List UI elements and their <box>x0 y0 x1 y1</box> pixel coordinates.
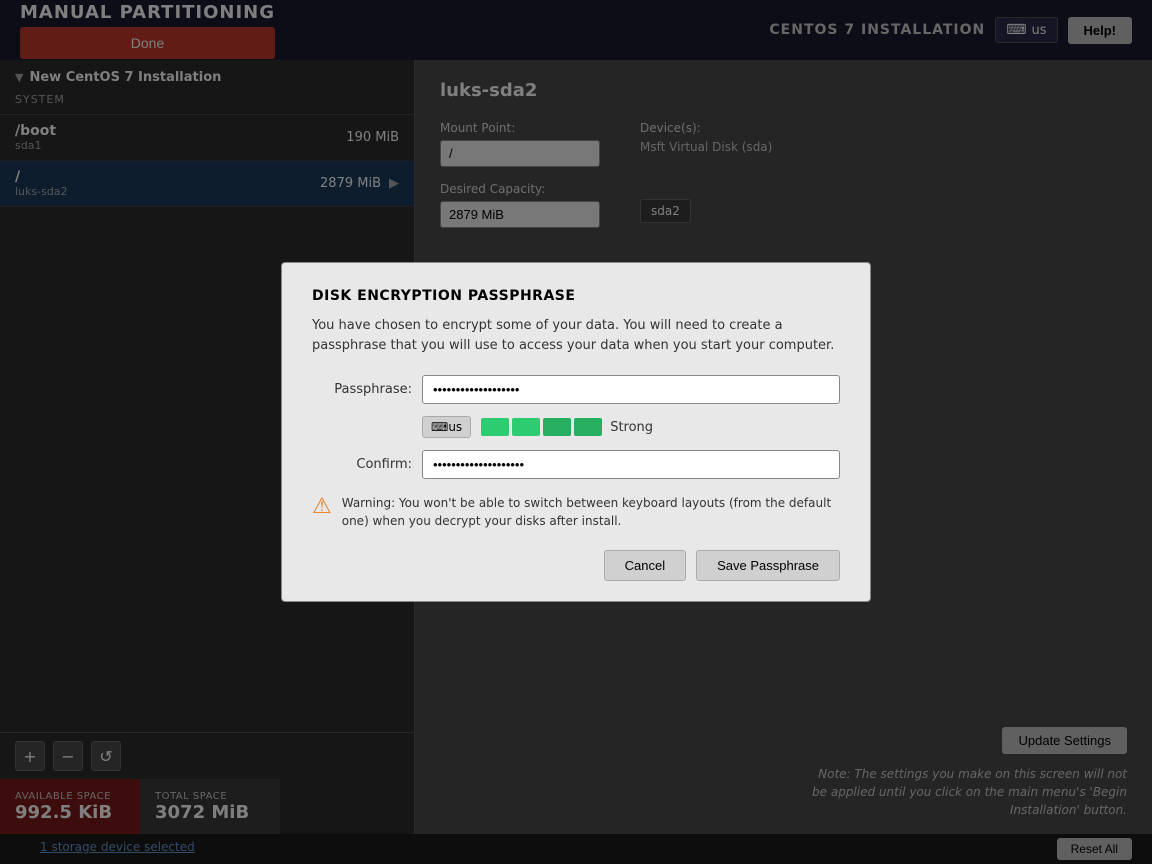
strength-bar-3 <box>543 418 571 436</box>
warning-text: Warning: You won't be able to switch bet… <box>342 494 840 530</box>
strength-label: Strong <box>610 420 653 435</box>
passphrase-row: Passphrase: <box>312 375 840 404</box>
cancel-button[interactable]: Cancel <box>604 550 686 581</box>
strength-bar-4 <box>574 418 602 436</box>
strength-row: ⌨ us Strong <box>422 416 840 438</box>
confirm-input[interactable] <box>422 450 840 479</box>
confirm-label: Confirm: <box>312 457 412 472</box>
modal-keyboard-button[interactable]: ⌨ us <box>422 416 471 438</box>
warning-icon: ⚠ <box>312 494 332 519</box>
modal-keyboard-lang: us <box>448 420 462 434</box>
passphrase-label: Passphrase: <box>312 382 412 397</box>
modal-title: DISK ENCRYPTION PASSPHRASE <box>312 288 840 304</box>
strength-bars <box>481 418 602 436</box>
save-passphrase-button[interactable]: Save Passphrase <box>696 550 840 581</box>
confirm-row: Confirm: <box>312 450 840 479</box>
strength-bar-1 <box>481 418 509 436</box>
modal-overlay: DISK ENCRYPTION PASSPHRASE You have chos… <box>0 0 1152 864</box>
modal-keyboard-icon: ⌨ <box>431 420 448 434</box>
modal-description: You have chosen to encrypt some of your … <box>312 316 840 355</box>
disk-encryption-modal: DISK ENCRYPTION PASSPHRASE You have chos… <box>281 262 871 602</box>
warning-row: ⚠ Warning: You won't be able to switch b… <box>312 494 840 530</box>
modal-buttons: Cancel Save Passphrase <box>312 550 840 581</box>
passphrase-input[interactable] <box>422 375 840 404</box>
strength-bar-2 <box>512 418 540 436</box>
